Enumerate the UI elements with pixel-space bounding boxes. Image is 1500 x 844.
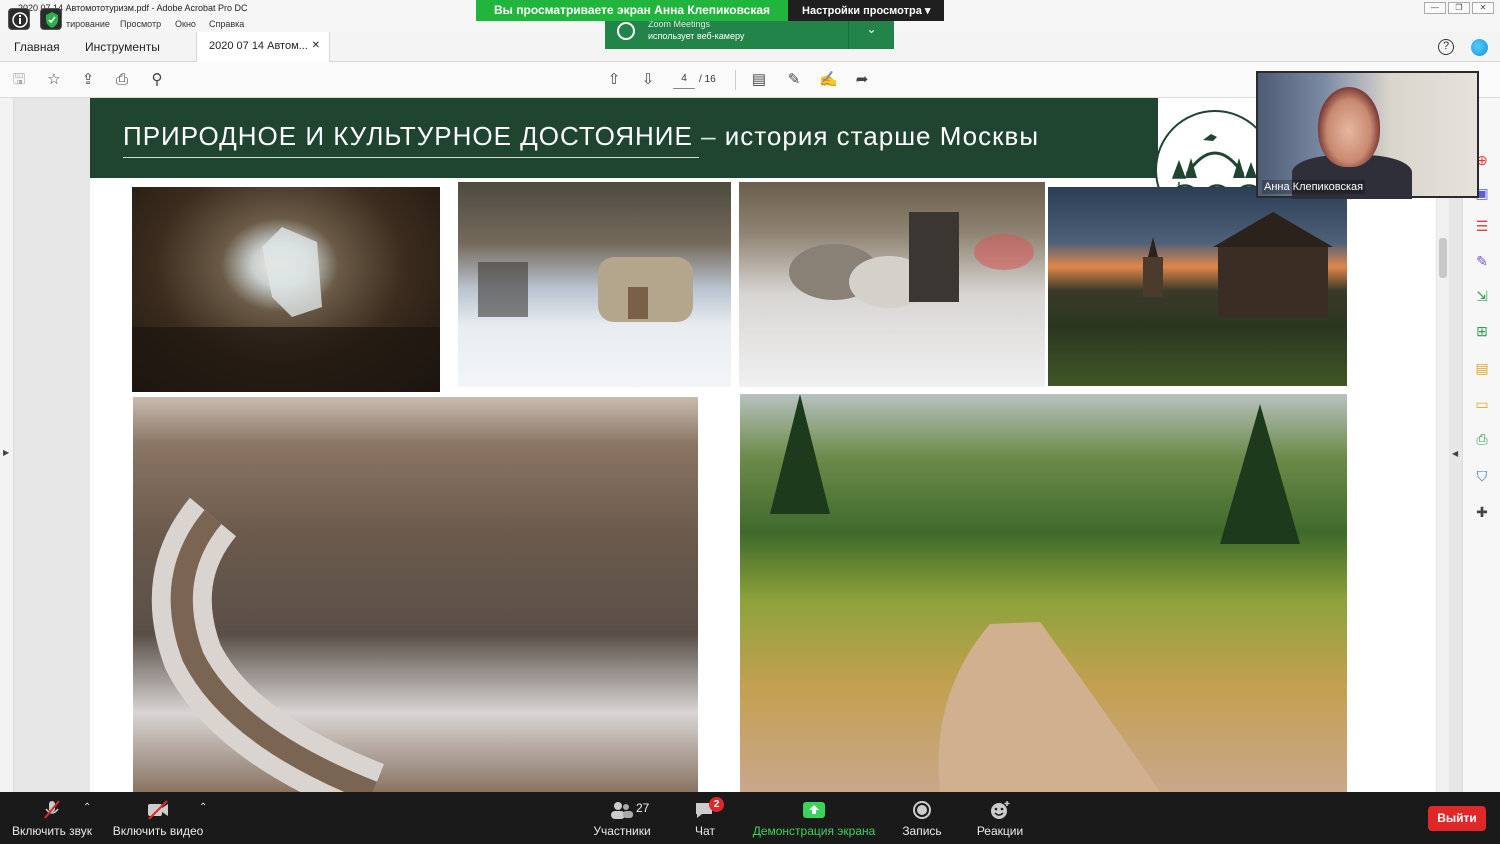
more-tools-icon[interactable]: ✚ [1474, 504, 1490, 520]
scan-icon[interactable]: ▤ [1474, 360, 1490, 376]
record-button[interactable]: Запись [898, 792, 946, 844]
compress-icon[interactable]: ⊞ [1474, 323, 1490, 339]
close-window-button[interactable]: ✕ [1472, 2, 1494, 14]
comment-icon[interactable]: ▤ [750, 71, 768, 89]
highlight-pen-icon[interactable]: ✎ [785, 71, 803, 89]
print-icon[interactable]: ⎙ [113, 71, 131, 89]
menu-view[interactable]: Просмотр [120, 19, 161, 29]
start-video-button[interactable]: Включить видео [110, 792, 206, 844]
chat-unread-badge: 2 [709, 797, 724, 812]
photo-snowy-forest-road [133, 397, 698, 792]
comment-panel-icon[interactable]: ▭ [1474, 396, 1490, 412]
tab-document[interactable]: 2020 07 14 Автом... ✕ [196, 32, 330, 62]
participants-label: Участники [593, 824, 651, 838]
participant-video-tile[interactable]: Анна Клепиковская [1256, 71, 1479, 199]
edit-pdf-icon[interactable]: ✎ [1474, 253, 1490, 269]
screen-share-banner: Вы просматриваете экран Анна Клепиковска… [476, 0, 945, 21]
right-tools-panel: ⊕ ▣ ☰ ✎ ⇲ ⊞ ▤ ▭ ⎙ ⛉ ✚ [1462, 98, 1500, 792]
scrollbar-thumb[interactable] [1439, 238, 1447, 278]
toolbar-divider [735, 70, 736, 90]
cloud-upload-icon[interactable]: ⇪ [79, 71, 97, 89]
save-icon[interactable]: 🖫 [10, 71, 28, 89]
video-off-icon [146, 800, 170, 820]
encryption-shield-icon[interactable] [40, 8, 62, 30]
page-number-input[interactable]: 4 [673, 73, 695, 89]
help-icon[interactable]: ? [1438, 39, 1454, 55]
unmute-button[interactable]: Включить звук [8, 792, 96, 844]
view-settings-button[interactable]: Настройки просмотра ▾ [788, 0, 945, 21]
slide-title: ПРИРОДНОЕ И КУЛЬТУРНОЕ ДОСТОЯНИЕ – истор… [123, 121, 1039, 152]
photo-autumn-forest-road [740, 394, 1347, 792]
camera-notification: Zoom Meetings использует веб-камеру ⌄ [605, 17, 894, 49]
window-controls: — ❐ ✕ [1424, 2, 1494, 14]
menu-edit[interactable]: тирование [66, 19, 110, 29]
leave-meeting-button[interactable]: Выйти [1428, 806, 1486, 831]
page-total: / 16 [699, 74, 716, 85]
share-banner-text: Вы просматриваете экран Анна Клепиковска… [476, 0, 789, 21]
participants-count: 27 [636, 801, 650, 815]
print-production-icon[interactable]: ⎙ [1474, 431, 1490, 447]
record-label: Запись [902, 824, 942, 838]
muted-microphone-icon [40, 800, 64, 820]
reaction-smiley-icon [988, 800, 1012, 820]
bookmark-star-icon[interactable]: ☆ [45, 71, 63, 89]
search-icon[interactable]: ⚲ [148, 71, 166, 89]
webcam-icon [617, 22, 635, 40]
export-pdf-icon[interactable]: ⇲ [1474, 288, 1490, 304]
camera-notification-chevron-icon[interactable]: ⌄ [848, 17, 894, 49]
meeting-info-icon[interactable] [8, 8, 30, 30]
photo-reindeer-sled [739, 182, 1045, 387]
video-options-chevron-icon[interactable]: ⌃ [199, 802, 207, 813]
restore-button[interactable]: ❐ [1448, 2, 1470, 14]
slide-title-sub: история старше Москвы [724, 121, 1040, 151]
collapse-right-panel-icon[interactable]: ◀ [1452, 449, 1458, 458]
left-panel-toggle[interactable]: ▶ [0, 98, 14, 792]
share-screen-button[interactable]: Демонстрация экрана [750, 792, 878, 844]
tab-document-label: 2020 07 14 Автом... [209, 40, 308, 52]
tab-home[interactable]: Главная [14, 40, 60, 54]
unmute-label: Включить звук [11, 824, 93, 838]
slide-title-dash: – [692, 121, 725, 151]
screen: 2020 07 14 Автомототуризм.pdf - Adobe Ac… [0, 0, 1500, 844]
protect-icon[interactable]: ⛉ [1474, 468, 1490, 484]
participant-name: Анна Клепиковская [1262, 180, 1366, 194]
participants-icon [610, 800, 634, 820]
menu-window[interactable]: Окно [175, 19, 196, 29]
sign-icon[interactable]: ✍ [819, 71, 838, 89]
expand-left-arrow-icon[interactable]: ▶ [3, 448, 9, 457]
participant-face [1318, 87, 1380, 167]
share-screen-label: Демонстрация экрана [752, 824, 876, 838]
prev-page-icon[interactable]: ⇧ [605, 71, 623, 89]
account-avatar[interactable] [1471, 39, 1488, 56]
zoom-meeting-controls: Включить звук ⌃ Включить видео ⌃ Участни… [0, 792, 1500, 844]
title-underline [123, 157, 699, 158]
next-page-icon[interactable]: ⇩ [639, 71, 657, 89]
tab-close-icon[interactable]: ✕ [312, 40, 320, 51]
camera-notification-text: использует веб-камеру [648, 31, 745, 41]
audio-options-chevron-icon[interactable]: ⌃ [83, 802, 91, 813]
reactions-label: Реакции [976, 824, 1024, 838]
start-video-label: Включить видео [112, 824, 204, 838]
tab-tools[interactable]: Инструменты [85, 40, 160, 54]
share-icon[interactable]: ➦ [853, 71, 871, 89]
share-screen-icon [802, 800, 826, 820]
photo-wooden-village [1048, 187, 1347, 386]
menu-help[interactable]: Справка [209, 19, 244, 29]
reactions-button[interactable]: Реакции [972, 792, 1028, 844]
minimize-button[interactable]: — [1424, 2, 1446, 14]
photo-winter-tent [458, 182, 731, 387]
record-icon [910, 800, 934, 820]
participants-button[interactable]: Участники [590, 792, 654, 844]
organize-pages-icon[interactable]: ☰ [1474, 218, 1490, 234]
document-scrollbar[interactable] [1437, 98, 1449, 792]
photo-ice-cave [132, 187, 440, 392]
slide-title-main: ПРИРОДНОЕ И КУЛЬТУРНОЕ ДОСТОЯНИЕ [123, 121, 693, 151]
chat-label: Чат [695, 824, 715, 838]
